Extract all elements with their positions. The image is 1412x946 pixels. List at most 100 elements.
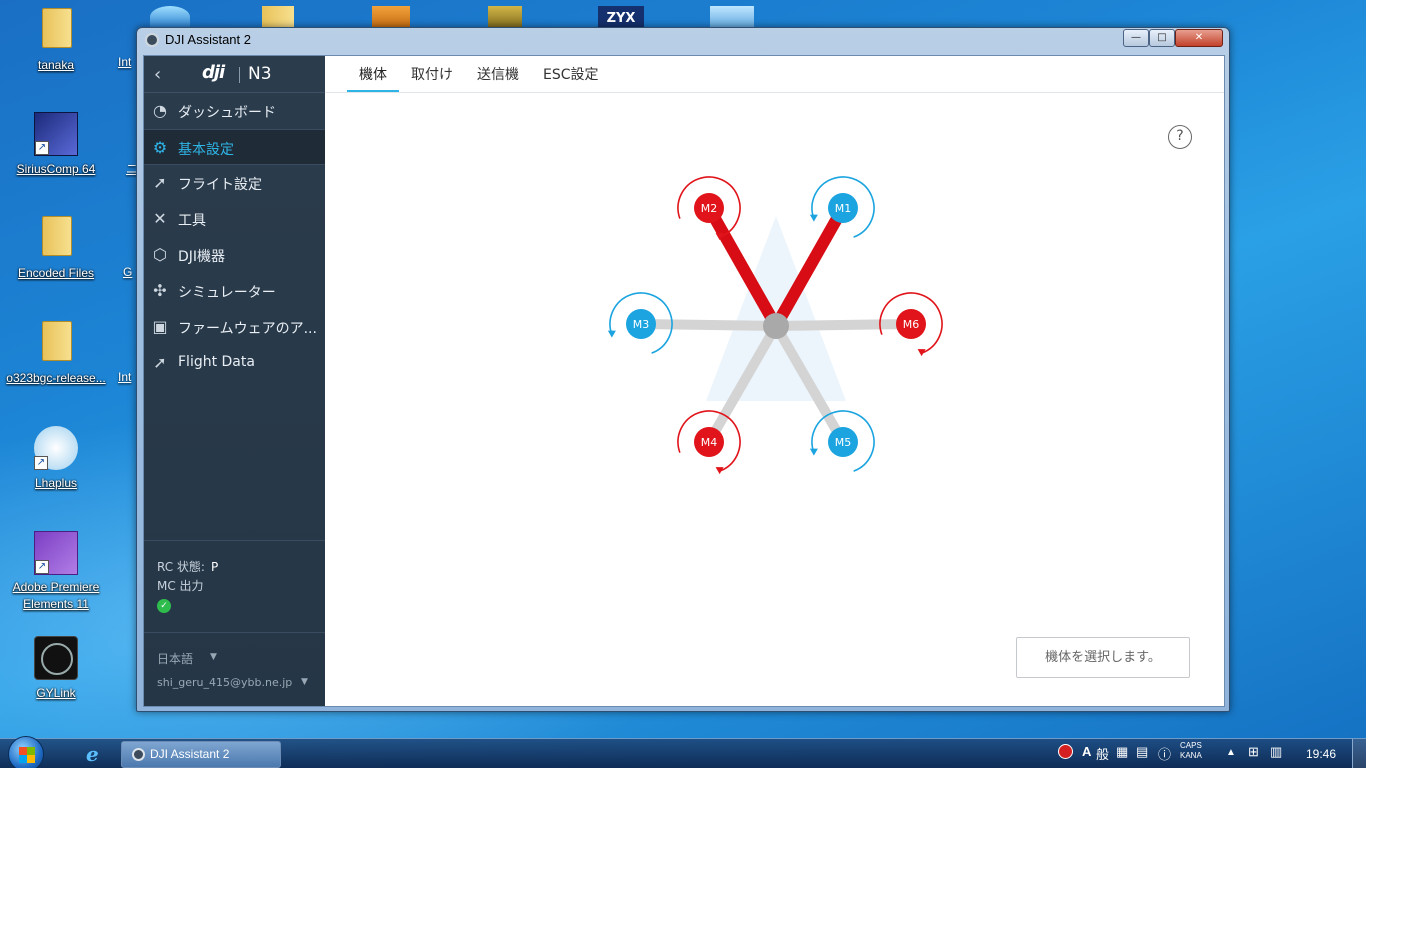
hub bbox=[763, 313, 789, 339]
close-button[interactable]: ✕ bbox=[1175, 29, 1223, 47]
show-desktop-button[interactable] bbox=[1352, 739, 1366, 768]
drone-icon: ✣ bbox=[153, 281, 167, 300]
motor-m1[interactable]: M1 bbox=[809, 176, 875, 238]
desktop-icon-siriuscomp[interactable]: ↗ SiriusComp 64 bbox=[1, 112, 111, 178]
motor-label: M5 bbox=[835, 436, 852, 449]
antivirus-tray-icon[interactable] bbox=[1058, 744, 1073, 762]
desktop-icon-encoded-files[interactable]: Encoded Files bbox=[1, 216, 111, 282]
window-titlebar[interactable]: DJI Assistant 2 — □ ✕ bbox=[137, 28, 1229, 54]
select-aircraft-button[interactable]: 機体を選択します。 bbox=[1016, 637, 1190, 678]
kana-label: KANA bbox=[1180, 751, 1202, 760]
ime-dictionary-icon[interactable]: ▤ bbox=[1136, 744, 1148, 760]
arm-m6 bbox=[771, 319, 916, 331]
desktop-icon-label-partial: Int bbox=[118, 55, 132, 69]
motor-label: M3 bbox=[633, 318, 650, 331]
rc-status: RC 状態: P bbox=[157, 558, 218, 575]
maximize-button[interactable]: □ bbox=[1149, 29, 1175, 47]
hexacopter-diagram: M1 M2 M3 M4 M5 M6 bbox=[607, 176, 943, 475]
ime-input-mode[interactable]: A bbox=[1082, 744, 1091, 759]
ime-conversion-mode[interactable]: 般 bbox=[1096, 744, 1109, 763]
sidebar-item-firmware[interactable]: ▣ ファームウェアのア... bbox=[144, 309, 325, 345]
dji-app-icon bbox=[132, 748, 145, 761]
taskbar-app-label: DJI Assistant 2 bbox=[150, 747, 230, 761]
sidebar-item-label: 工具 bbox=[178, 213, 206, 229]
sidebar-item-label: シミュレーター bbox=[178, 285, 276, 301]
help-icon[interactable]: ⓘ bbox=[1158, 744, 1171, 763]
desktop-icon-label: Encoded Files bbox=[17, 266, 95, 280]
sidebar-divider bbox=[144, 540, 325, 541]
rotation-arrow-icon bbox=[607, 330, 616, 338]
app-desktop-icon[interactable] bbox=[372, 6, 410, 28]
desktop-icon-tanaka[interactable]: tanaka bbox=[1, 8, 111, 74]
desktop-icon-label: SiriusComp 64 bbox=[16, 162, 96, 176]
rotation-arrow-icon bbox=[809, 448, 818, 456]
chevron-down-icon[interactable]: ▼ bbox=[301, 677, 308, 687]
language-selector[interactable]: 日本語 bbox=[157, 650, 193, 667]
motor-m5[interactable]: M5 bbox=[809, 410, 875, 472]
sidebar-item-tools[interactable]: ✕ 工具 bbox=[144, 201, 325, 237]
premiere-elements-icon: ↗ bbox=[34, 531, 78, 575]
sidebar-item-dji-devices[interactable]: ⬡ DJI機器 bbox=[144, 237, 325, 273]
rc-status-value: P bbox=[210, 560, 219, 574]
account-selector[interactable]: shi_geru_415@ybb.ne.jp bbox=[157, 676, 292, 689]
cube-icon: ⬡ bbox=[153, 245, 167, 264]
motor-m2[interactable]: M2 bbox=[677, 176, 741, 241]
desktop-icon-label: tanaka bbox=[37, 58, 75, 72]
minimize-button[interactable]: — bbox=[1123, 29, 1149, 47]
sidebar-item-dashboard[interactable]: ◔ ダッシュボード bbox=[144, 93, 325, 129]
motor-label: M2 bbox=[701, 202, 718, 215]
chevron-down-icon[interactable]: ▼ bbox=[210, 652, 217, 662]
zyx-desktop-icon[interactable]: ZYX bbox=[598, 6, 644, 28]
motor-label: M1 bbox=[835, 202, 852, 215]
desktop-icon-o323bgc[interactable]: o323bgc-release... bbox=[1, 321, 111, 387]
desktop-icon-label: Lhaplus bbox=[34, 476, 78, 490]
sidebar-item-flight-settings[interactable]: ➚ フライト設定 bbox=[144, 165, 325, 201]
caps-label: CAPS bbox=[1180, 741, 1202, 750]
show-hidden-icons-chevron-icon[interactable]: ▲ bbox=[1226, 747, 1236, 758]
motor-m4[interactable]: M4 bbox=[677, 410, 741, 475]
app-window: DJI Assistant 2 — □ ✕ ‹ dji N3 ◔ ダッシュボード bbox=[136, 27, 1230, 712]
folder-icon bbox=[34, 216, 78, 260]
motor-label: M6 bbox=[903, 318, 920, 331]
folder-icon[interactable] bbox=[262, 6, 294, 28]
sidebar-item-simulator[interactable]: ✣ シミュレーター bbox=[144, 273, 325, 309]
tools-icon: ✕ bbox=[153, 209, 167, 228]
clock[interactable]: 19:46 bbox=[1306, 747, 1336, 761]
internet-explorer-icon[interactable]: e bbox=[86, 742, 108, 766]
main-content: 機体 取付け 送信機 ESC設定 ? M1 M2 M3 M4 M5 M6 機体を… bbox=[325, 56, 1224, 706]
desktop-icon-gylink[interactable]: GYLink bbox=[1, 636, 111, 702]
sidebar-item-flight-data[interactable]: ➚ Flight Data bbox=[144, 345, 325, 381]
image-desktop-icon[interactable] bbox=[710, 6, 754, 28]
desktop-icon-premiere[interactable]: ↗ Adobe Premiere Elements 11 bbox=[1, 531, 111, 613]
sidebar-item-label: ファームウェアのア... bbox=[178, 321, 317, 337]
desktop-icon-label: o323bgc-release... bbox=[6, 371, 106, 385]
sidebar-item-label: フライト設定 bbox=[178, 177, 262, 193]
taskbar: e DJI Assistant 2 A 般 ▦ ▤ ⓘ CAPS KANA ▲ … bbox=[0, 736, 1366, 768]
lhaplus-icon: ↗ bbox=[34, 426, 78, 470]
gear-icon: ⚙ bbox=[152, 138, 168, 157]
mc-output-label: MC 出力 bbox=[157, 579, 204, 593]
window-title: DJI Assistant 2 bbox=[165, 32, 251, 47]
dji-logo: dji bbox=[202, 62, 225, 83]
back-chevron-icon[interactable]: ‹ bbox=[154, 64, 161, 85]
rocket-icon: ➚ bbox=[153, 173, 167, 192]
user-folder-icon bbox=[34, 8, 78, 52]
ie-desktop-icon[interactable] bbox=[150, 6, 190, 28]
sidebar-item-basic-settings[interactable]: ⚙ 基本設定 bbox=[144, 129, 325, 165]
start-button[interactable] bbox=[8, 736, 44, 768]
desktop-icon-lhaplus[interactable]: ↗ Lhaplus bbox=[1, 426, 111, 492]
rocket-icon: ➚ bbox=[153, 353, 167, 372]
desktop-icon-label-partial: G bbox=[123, 265, 133, 279]
sidebar: ‹ dji N3 ◔ ダッシュボード ⚙ 基本設定 ➚ フライト設定 ✕ 工具 … bbox=[144, 56, 325, 706]
power-icon[interactable]: ▥ bbox=[1270, 744, 1282, 760]
siriuscomp-icon: ↗ bbox=[34, 112, 78, 156]
rotation-arrow-icon bbox=[809, 214, 818, 222]
ime-toolbar-icon[interactable]: ▦ bbox=[1116, 744, 1128, 760]
network-icon[interactable]: ⊞ bbox=[1248, 744, 1259, 760]
brand-divider bbox=[239, 67, 240, 83]
desktop-icon-label: Adobe Premiere Elements 11 bbox=[12, 580, 100, 611]
caps-kana-indicator: CAPS KANA bbox=[1180, 741, 1202, 761]
dji-app-icon bbox=[145, 33, 159, 47]
taskbar-app-button[interactable]: DJI Assistant 2 bbox=[121, 741, 281, 768]
app-desktop-icon[interactable] bbox=[488, 6, 522, 28]
